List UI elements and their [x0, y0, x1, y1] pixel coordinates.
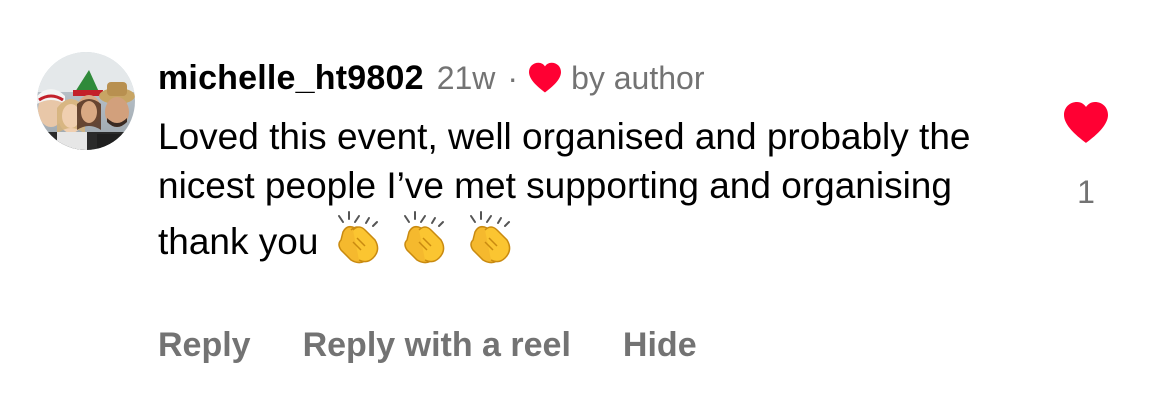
clapping-hands-icon	[461, 210, 517, 266]
comment-text-block: Loved this event, well organised and pro…	[158, 112, 1038, 266]
comment-actions: Reply Reply with a reel Hide	[158, 326, 749, 365]
like-heart-icon[interactable]	[1062, 101, 1110, 145]
liked-by-author-label: by author	[571, 59, 705, 96]
comment-text: Loved this event, well organised and pro…	[158, 116, 971, 262]
comment-time: 21w	[436, 59, 496, 96]
clapping-hands-icon	[329, 210, 385, 266]
clapping-hands-icon	[395, 210, 451, 266]
like-count[interactable]: 1	[1062, 174, 1110, 211]
avatar[interactable]	[37, 52, 135, 150]
author-liked-heart-icon	[527, 62, 563, 94]
username-link[interactable]: michelle_ht9802	[158, 59, 424, 98]
hide-button[interactable]: Hide	[623, 326, 697, 365]
reply-button[interactable]: Reply	[158, 326, 251, 365]
reply-with-reel-button[interactable]: Reply with a reel	[303, 326, 571, 365]
comment-header: michelle_ht9802 21w · by author	[158, 56, 704, 100]
separator-dot: ·	[507, 59, 519, 96]
